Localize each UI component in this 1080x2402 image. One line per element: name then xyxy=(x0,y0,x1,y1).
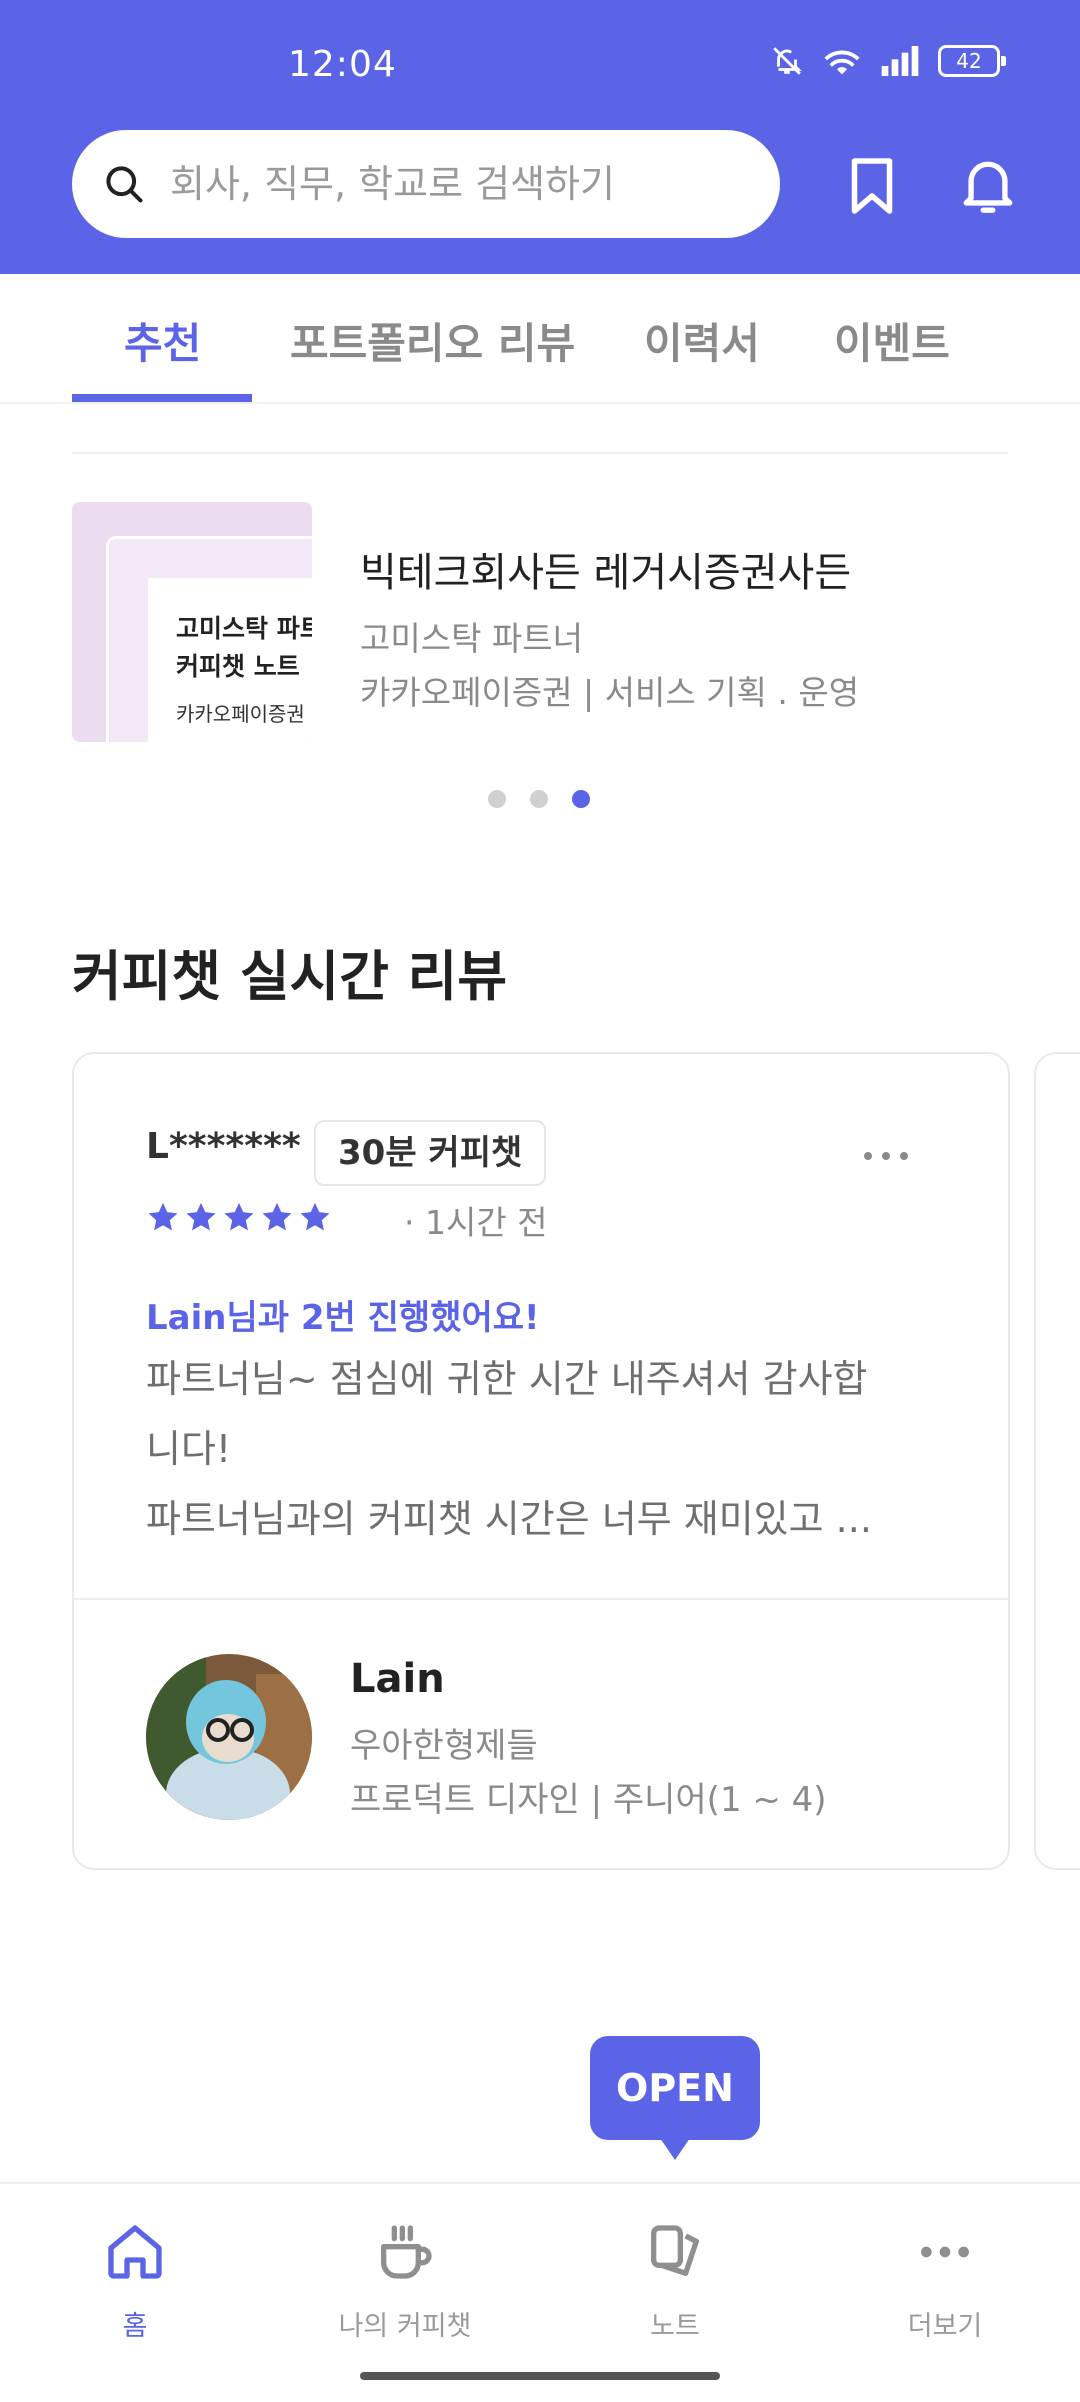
reviewer-name: L******* xyxy=(146,1126,301,1167)
nav-note[interactable]: 노트 xyxy=(575,2212,775,2343)
search-bar[interactable] xyxy=(72,130,780,238)
home-icon xyxy=(108,2225,162,2279)
carousel-pagination xyxy=(488,790,590,808)
section-title: 커피챗 실시간 리뷰 xyxy=(72,945,508,1008)
nav-my-coffeechat[interactable]: 나의 커피챗 xyxy=(305,2212,505,2343)
review-time: · 1시간 전 xyxy=(404,1203,548,1242)
search-input[interactable] xyxy=(168,161,732,207)
session-badge: 30분 커피챗 xyxy=(314,1120,547,1186)
status-icons: 42 xyxy=(770,44,1006,78)
tab-resume[interactable]: 이력서 xyxy=(644,310,760,371)
active-tab-indicator xyxy=(72,394,252,402)
coffee-cup-icon xyxy=(381,2225,432,2279)
star-icon xyxy=(300,1202,330,1231)
more-options-button[interactable] xyxy=(864,1152,908,1160)
pagination-dot[interactable] xyxy=(488,790,506,808)
star-icon xyxy=(224,1202,254,1231)
bottom-navigation: 홈 나의 커피챗 노트 더보기 xyxy=(0,2182,1080,2402)
open-tooltip[interactable]: OPEN xyxy=(590,2036,760,2160)
review-card[interactable]: L******* 30분 커피챗 · 1시간 전 Lain님과 2번 진행했어요… xyxy=(72,1052,1010,1870)
carousel-card-meta: 카카오페이증권 | 서비스 기획 . 운영 xyxy=(360,673,860,712)
search-icon xyxy=(106,166,143,203)
partner-role: 프로덕트 디자인 | 주니어(1 ~ 4) xyxy=(350,1780,827,1820)
nav-my-coffeechat-label: 나의 커피챗 xyxy=(338,2311,472,2342)
partner-name[interactable]: Lain xyxy=(350,1656,445,1702)
status-time: 12:04 xyxy=(288,44,397,85)
partner-company: 우아한형제들 xyxy=(350,1726,538,1766)
notification-button[interactable] xyxy=(948,146,1028,226)
review-text: 파트너님~ 점심에 귀한 시간 내주셔서 감사합 니다! 파트너님과의 커피챗 … xyxy=(146,1357,872,1541)
wifi-icon xyxy=(824,50,860,75)
star-icon xyxy=(262,1202,292,1231)
mute-bell-icon xyxy=(773,47,802,75)
star-icon xyxy=(186,1202,216,1231)
home-indicator xyxy=(360,2372,720,2380)
note-icon xyxy=(651,2225,699,2276)
nav-home[interactable]: 홈 xyxy=(35,2212,235,2343)
pagination-dot-active[interactable] xyxy=(572,790,590,808)
carousel-card-title[interactable]: 빅테크회사든 레거시증권사든 xyxy=(360,540,851,598)
nav-more-label: 더보기 xyxy=(907,2311,983,2342)
partner-avatar[interactable] xyxy=(146,1654,312,1820)
review-highlight: Lain님과 2번 진행했어요! xyxy=(146,1298,540,1338)
star-icon xyxy=(148,1202,178,1231)
bell-icon xyxy=(963,161,1013,213)
next-review-card[interactable] xyxy=(1034,1052,1080,1870)
signal-icon xyxy=(881,46,919,76)
battery-indicator: 42 xyxy=(938,45,1006,77)
nav-home-label: 홈 xyxy=(122,2311,148,2342)
tab-bar: 추천 포트폴리오 리뷰 이력서 이벤트 xyxy=(0,274,1080,404)
bookmark-icon xyxy=(851,158,893,214)
note-thumbnail[interactable]: 고미스탁 파트너 커피챗 노트 카카오페이증권 xyxy=(72,502,312,742)
tab-event[interactable]: 이벤트 xyxy=(834,310,950,371)
nav-note-label: 노트 xyxy=(650,2311,700,2342)
star-rating xyxy=(146,1200,332,1234)
more-icon xyxy=(921,2246,969,2258)
thumbnail-title: 고미스탁 파트너 커피챗 노트 xyxy=(176,614,312,681)
carousel-card-subtitle: 고미스탁 파트너 xyxy=(360,619,584,658)
card-divider xyxy=(74,1598,1008,1600)
pagination-dot[interactable] xyxy=(530,790,548,808)
tab-portfolio-review[interactable]: 포트폴리오 리뷰 xyxy=(290,310,575,371)
thumbnail-company: 카카오페이증권 xyxy=(176,702,305,726)
nav-more[interactable]: 더보기 xyxy=(845,2212,1045,2343)
tab-recommended[interactable]: 추천 xyxy=(124,310,201,371)
divider xyxy=(72,452,1008,454)
app-header: 12:04 42 xyxy=(0,0,1080,274)
bookmark-button[interactable] xyxy=(832,146,912,226)
